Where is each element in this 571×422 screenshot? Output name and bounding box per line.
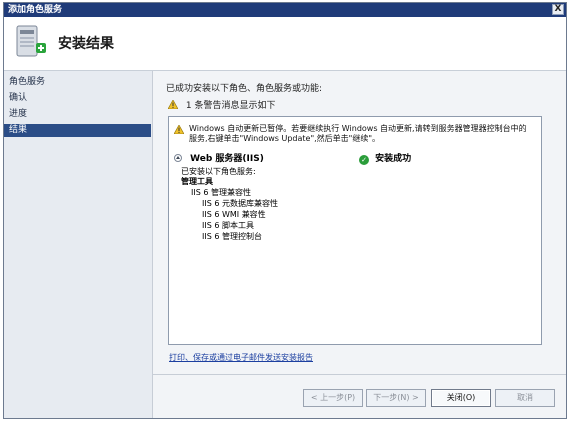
warning-message: Windows 自动更新已暂停。若要继续执行 Windows 自动更新,请转到服… — [174, 124, 534, 144]
cancel-button[interactable]: 取消 — [495, 389, 555, 407]
nav-item-results[interactable]: 结果 — [4, 124, 151, 137]
nav-item-progress[interactable]: 进度 — [4, 108, 151, 121]
title-bar: 添加角色服务 X — [4, 3, 566, 17]
wizard-nav: 角色服务 确认 进度 结果 — [4, 71, 153, 418]
back-button[interactable]: < 上一步(P) — [303, 389, 363, 407]
nav-item-role-services[interactable]: 角色服务 — [4, 76, 151, 89]
next-button[interactable]: 下一步(N) > — [366, 389, 426, 407]
results-list: Windows 自动更新已暂停。若要继续执行 Windows 自动更新,请转到服… — [168, 116, 542, 345]
close-window-button[interactable]: X — [552, 4, 564, 15]
tree-item: IIS 6 管理控制台 — [202, 232, 262, 241]
footer-divider — [153, 374, 566, 375]
close-button[interactable]: 关闭(O) — [431, 389, 491, 407]
install-status-text: 安装成功 — [375, 154, 412, 164]
success-check-icon: ✓ — [359, 155, 369, 165]
results-page: 已成功安装以下角色、角色服务或功能: 1 条警告消息显示如下 Windows 自… — [153, 71, 566, 374]
install-status: ✓ 安装成功 — [359, 151, 411, 165]
tree-item: IIS 6 WMI 兼容性 — [202, 210, 266, 219]
role-row[interactable]: Web 服务器(IIS) — [174, 151, 264, 164]
page-header: 安装结果 — [4, 17, 566, 71]
window-title: 添加角色服务 — [8, 5, 63, 15]
collapse-icon[interactable] — [174, 154, 182, 162]
intro-text: 已成功安装以下角色、角色服务或功能: — [166, 84, 323, 94]
tree-item: IIS 6 管理兼容性 — [191, 188, 251, 197]
dialog-window: 添加角色服务 X 安装结果 角色服务 确认 进度 结果 已成功安装以下角色、角色… — [3, 2, 567, 419]
warning-summary: 1 条警告消息显示如下 — [168, 98, 275, 111]
report-link[interactable]: 打印、保存或通过电子邮件发送安装报告 — [169, 352, 313, 363]
tree-item: IIS 6 元数据库兼容性 — [202, 199, 278, 208]
page-title: 安装结果 — [58, 36, 114, 52]
warning-message-text: Windows 自动更新已暂停。若要继续执行 Windows 自动更新,请转到服… — [189, 124, 527, 143]
warning-icon — [174, 125, 184, 134]
warning-summary-text: 1 条警告消息显示如下 — [185, 101, 276, 111]
server-add-icon — [16, 25, 46, 57]
warning-icon — [168, 100, 178, 109]
tree-item: IIS 6 脚本工具 — [202, 221, 254, 230]
tree-group-title: 管理工具 — [181, 177, 213, 186]
role-title: Web 服务器(IIS) — [190, 154, 264, 164]
nav-item-confirm[interactable]: 确认 — [4, 92, 151, 105]
